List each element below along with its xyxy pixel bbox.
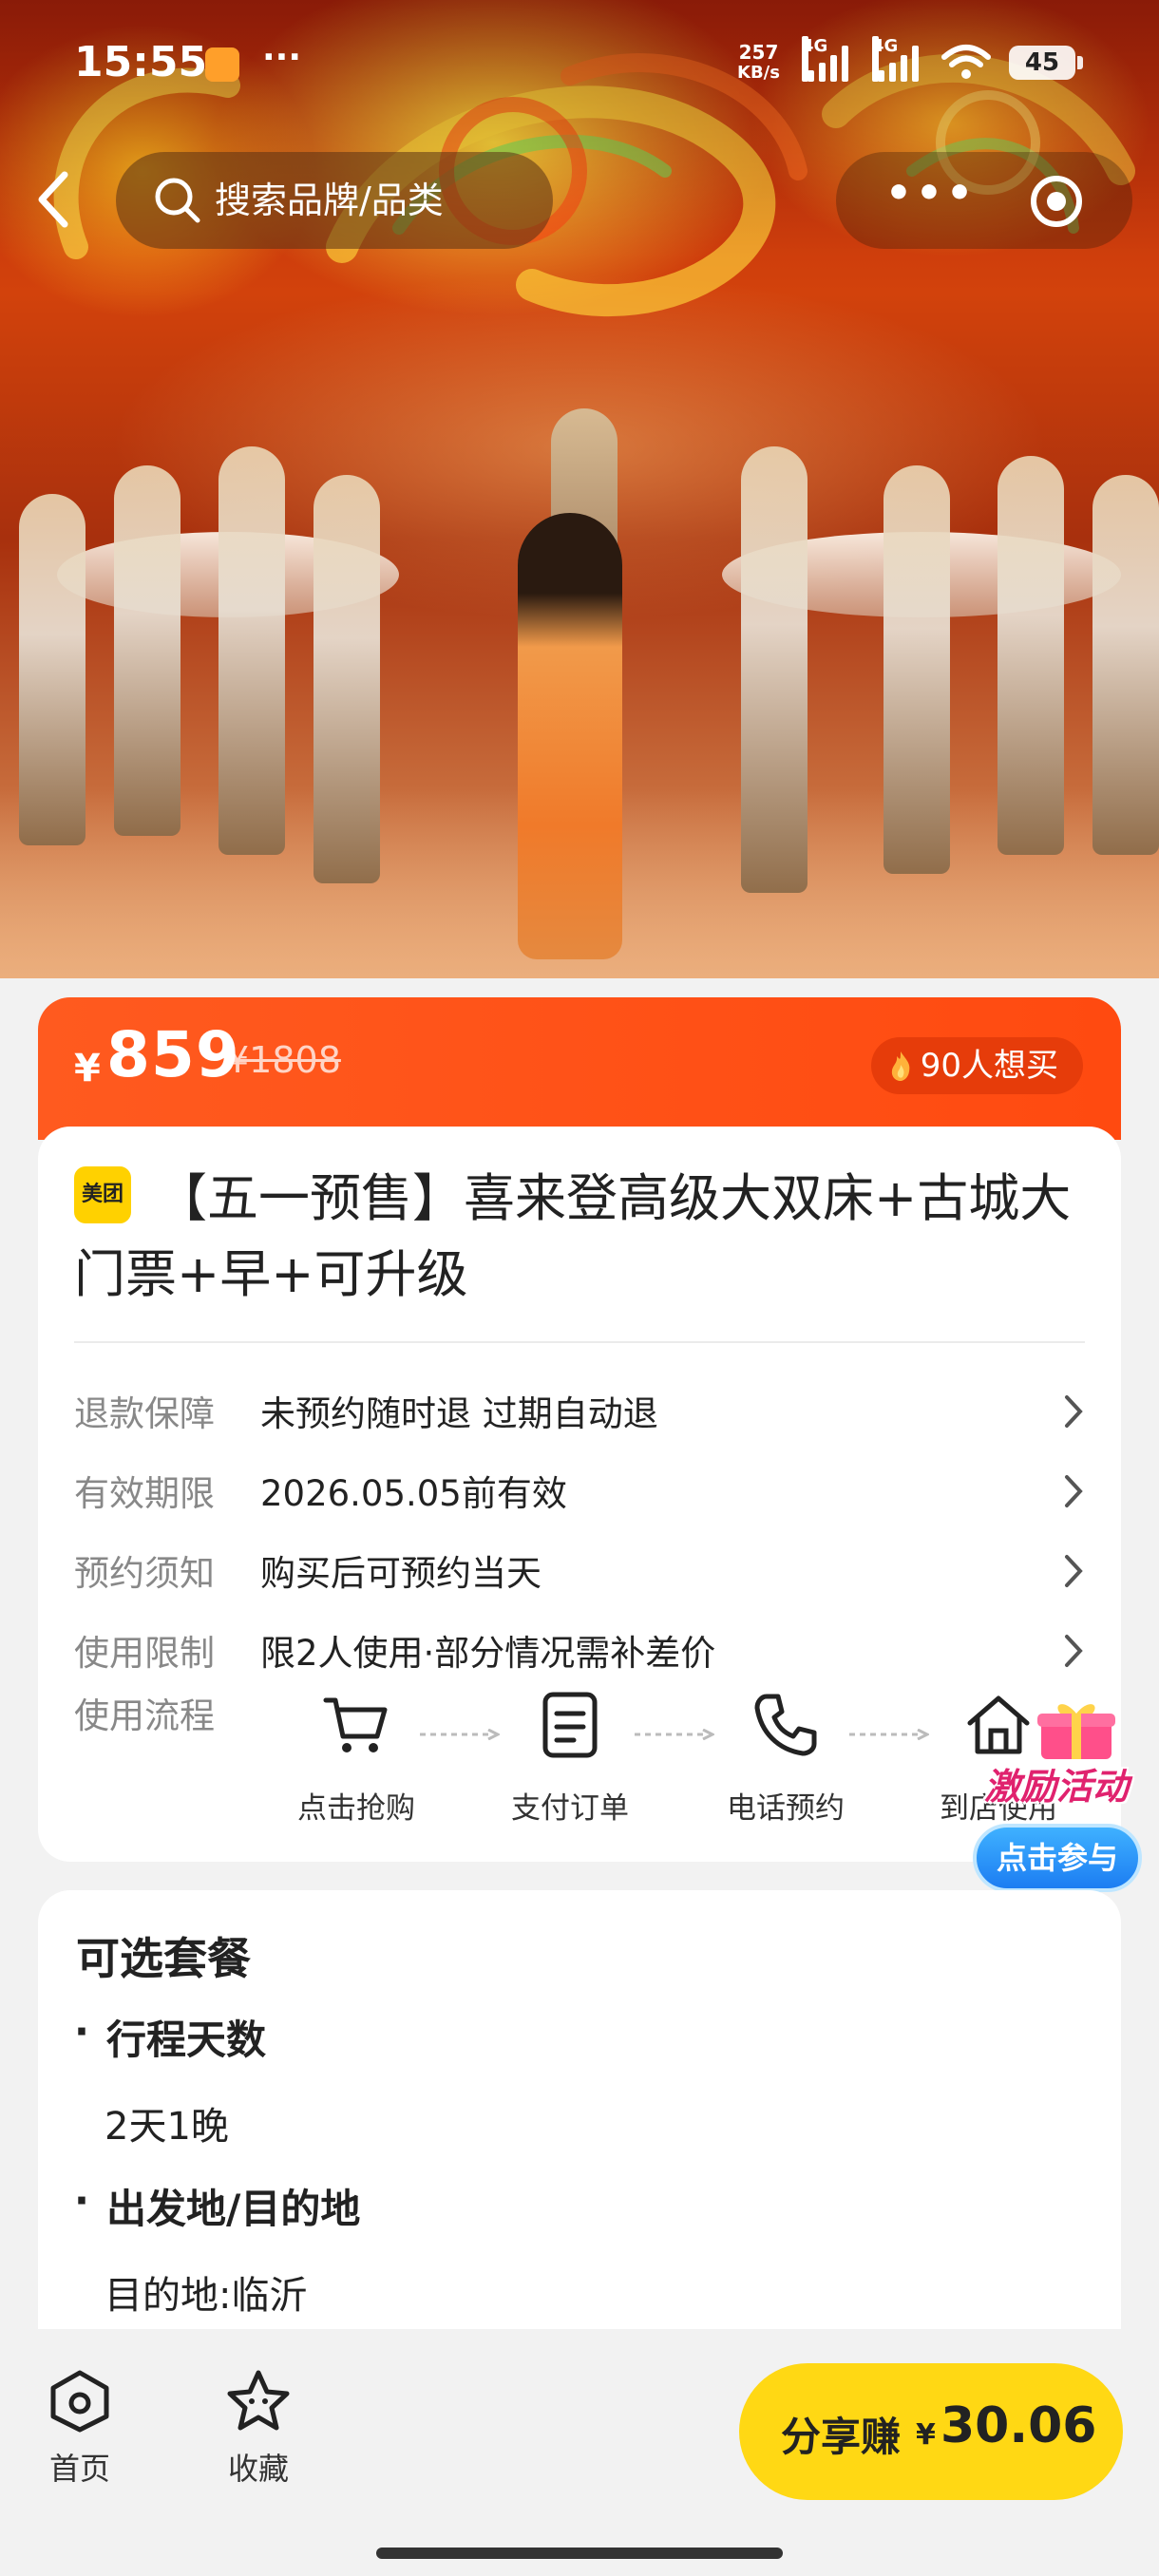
package-option-value[interactable]: 目的地:临沂: [104, 2264, 307, 2320]
bottom-action-bar: 首页 收藏 分享赚 ¥ 30.06: [0, 2329, 1159, 2576]
dancer-figure: [884, 465, 950, 874]
mini-program-capsule: •••: [836, 152, 1132, 249]
share-label: 分享赚: [781, 2414, 902, 2460]
share-earn-button[interactable]: 分享赚 ¥ 30.06: [739, 2363, 1123, 2500]
lead-dancer-figure: [518, 513, 622, 959]
dancer-figure: [218, 446, 285, 855]
detail-value: 购买后可预约当天: [260, 1553, 542, 1594]
notification-app-icon: [205, 47, 239, 82]
currency-symbol: ¥: [74, 1047, 101, 1090]
package-options-card: 可选套餐 行程天数 2天1晚 出发地/目的地 目的地:临沂: [38, 1890, 1121, 2337]
tab-home[interactable]: 首页: [23, 2367, 137, 2489]
detail-key: 使用限制: [74, 1633, 215, 1674]
want-count-text: 90人想买: [920, 1047, 1058, 1085]
home-icon: [50, 2370, 109, 2433]
status-bar: 15:55 ··· 257 KB/s 4G 4G 45: [0, 36, 1159, 95]
tab-label: 首页: [48, 2451, 110, 2487]
flame-icon: [891, 1051, 910, 1081]
more-icon[interactable]: •••: [882, 173, 980, 226]
detail-value: 未预约随时退 过期自动退: [260, 1393, 658, 1434]
wifi-icon: [941, 45, 991, 79]
price-banner: ¥ 859 ¥1808 90人想买: [38, 997, 1121, 1140]
home-indicator: [376, 2548, 783, 2559]
dancer-figure: [998, 456, 1064, 855]
detail-key: 预约须知: [74, 1553, 215, 1594]
package-section-title: 出发地/目的地: [74, 2177, 361, 2235]
star-icon: [227, 2370, 290, 2431]
battery-indicator: 45: [1009, 46, 1083, 80]
flow-step-label: 电话预约: [727, 1791, 845, 1826]
signal-icon: 4G: [802, 36, 861, 82]
divider: [74, 1341, 1085, 1343]
package-section-title: 行程天数: [74, 2008, 267, 2066]
phone-icon: [754, 1694, 817, 1756]
flow-step-label: 支付订单: [511, 1791, 629, 1826]
flow-step-label: 点击抢购: [297, 1791, 415, 1826]
want-count-badge: 90人想买: [870, 1037, 1083, 1094]
package-heading: 可选套餐: [76, 1933, 251, 1984]
promo-floating-badge[interactable]: 激励活动 点击参与: [960, 1696, 1150, 1896]
flow-step-phone: 电话预约: [705, 1687, 866, 1826]
chevron-right-icon: [1065, 1395, 1083, 1428]
target-icon[interactable]: [1028, 173, 1085, 230]
detail-row-validity[interactable]: 有效期限 2026.05.05前有效: [74, 1455, 1085, 1522]
hero-image[interactable]: [0, 0, 1159, 978]
promo-join-button[interactable]: 点击参与: [973, 1824, 1142, 1892]
network-speed-value: 257: [738, 41, 779, 64]
chevron-right-icon: [1065, 1475, 1083, 1507]
flow-step-purchase: 点击抢购: [276, 1687, 437, 1826]
detail-row-booking[interactable]: 预约须知 购买后可预约当天: [74, 1535, 1085, 1601]
detail-key: 有效期限: [74, 1473, 215, 1514]
status-time: 15:55: [74, 38, 208, 86]
dashed-arrow-icon: [420, 1729, 500, 1740]
signal-icon: 4G: [872, 36, 931, 82]
detail-value: 2026.05.05前有效: [260, 1473, 567, 1514]
dancer-figure: [114, 465, 180, 836]
dancer-figure: [1092, 475, 1159, 855]
share-amount: 30.06: [940, 2397, 1097, 2454]
cart-icon: [323, 1697, 388, 1752]
gift-icon: [1037, 1704, 1115, 1759]
package-section-name: 行程天数: [106, 2017, 267, 2063]
search-icon: [155, 178, 200, 223]
current-price: 859: [106, 1018, 240, 1091]
network-speed-unit: KB/s: [737, 63, 780, 83]
detail-key: 退款保障: [74, 1393, 215, 1434]
back-arrow-icon[interactable]: [27, 161, 84, 237]
usage-flow-label: 使用流程: [74, 1695, 215, 1736]
product-info-card: 美团 【五一预售】喜来登高级大双床+古城大门票+早+可升级 退款保障 未预约随时…: [38, 1127, 1121, 1862]
share-currency: ¥: [916, 2418, 936, 2452]
status-more-dots: ···: [262, 38, 302, 77]
flow-step-pay: 支付订单: [489, 1687, 651, 1826]
dancer-figure: [19, 494, 86, 845]
search-placeholder: 搜索品牌/品类: [215, 180, 444, 221]
product-title: 【五一预售】喜来登高级大双床+古城大门票+早+可升级: [74, 1168, 1072, 1304]
original-price: ¥1808: [226, 1039, 341, 1081]
dancer-figure: [741, 446, 808, 893]
chevron-right-icon: [1065, 1555, 1083, 1587]
detail-row-restriction[interactable]: 使用限制 限2人使用·部分情况需补差价: [74, 1615, 1085, 1681]
dashed-arrow-icon: [635, 1729, 714, 1740]
dancer-figure: [314, 475, 380, 883]
package-section-name: 出发地/目的地: [106, 2186, 361, 2232]
promo-title: 激励活动: [983, 1766, 1129, 1808]
detail-row-refund[interactable]: 退款保障 未预约随时退 过期自动退: [74, 1375, 1085, 1442]
search-bar[interactable]: 搜索品牌/品类: [116, 152, 553, 249]
chevron-right-icon: [1065, 1635, 1083, 1667]
detail-value: 限2人使用·部分情况需补差价: [260, 1633, 716, 1674]
tab-favorite[interactable]: 收藏: [201, 2367, 315, 2489]
package-option-value[interactable]: 2天1晚: [104, 2095, 229, 2150]
tab-label: 收藏: [227, 2451, 289, 2487]
network-speed: 257 KB/s: [737, 42, 780, 84]
document-icon: [542, 1692, 598, 1758]
